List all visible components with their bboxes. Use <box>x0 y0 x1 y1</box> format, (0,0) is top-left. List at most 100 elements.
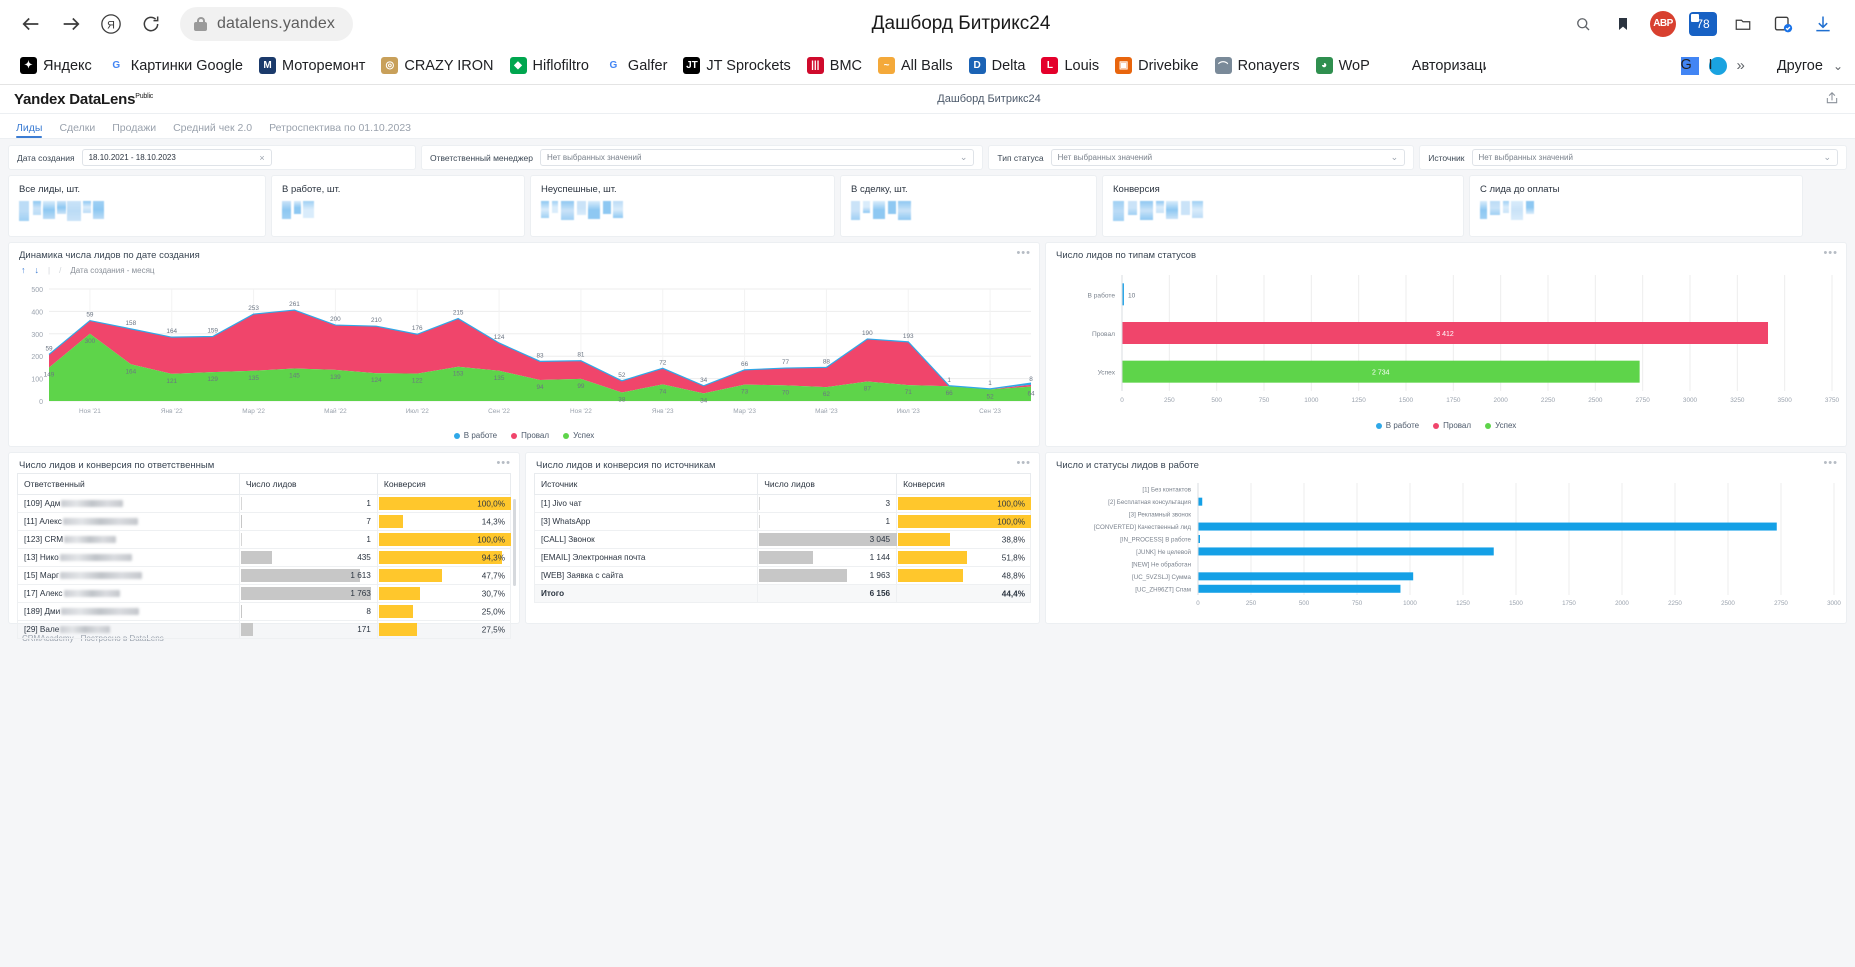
share-icon[interactable] <box>1825 91 1841 107</box>
datalens-logo[interactable]: Yandex DataLensPublic <box>14 91 153 108</box>
bookmark-motoremont-favicon[interactable]: MМоторемонт <box>251 53 373 78</box>
status-legend-item-2[interactable]: Успех <box>1485 421 1516 430</box>
back-arrow-icon[interactable] <box>14 7 48 41</box>
table-row[interactable]: [3] WhatsApp1100,0% <box>535 513 1031 531</box>
bookmark-google-favicon[interactable]: GКартинки Google <box>100 53 251 78</box>
bookmark-icon[interactable] <box>1609 10 1637 38</box>
legend-item-0[interactable]: В работе <box>454 431 497 440</box>
leads-dynamics-chart[interactable]: 0100200300400500595915816415925326120021… <box>9 275 1039 430</box>
bookmark-auth-bookmark[interactable]: Авторизаци <box>1404 54 1494 78</box>
responsible-table-menu[interactable]: ••• <box>496 460 511 466</box>
svg-text:Янв '22: Янв '22 <box>161 408 183 415</box>
responsible-table-scrollbar[interactable] <box>513 499 516 639</box>
tab-продажи[interactable]: Продажи <box>112 122 156 138</box>
sources-table[interactable]: ИсточникЧисло лидовКонверсия[1] Jivo чат… <box>534 473 1031 603</box>
filter-label: Тип статуса <box>997 153 1043 163</box>
bookmark-drivebike-favicon[interactable]: ▣Drivebike <box>1107 53 1206 78</box>
bookmark-bmc-favicon[interactable]: |||BMC <box>799 53 870 78</box>
table-row[interactable]: [123] CRM1100,0% <box>18 531 511 549</box>
bookmark-label: Drivebike <box>1138 58 1198 74</box>
col-conversion[interactable]: Конверсия <box>897 474 1031 495</box>
chevron-down-icon[interactable]: ⌄ <box>960 152 968 163</box>
date-range-input[interactable]: 18.10.2021 - 18.10.2023× <box>82 149 272 166</box>
col-responsible[interactable]: Ответственный <box>18 474 240 495</box>
bookmark-louis-favicon[interactable]: LLouis <box>1033 53 1107 78</box>
responsible-table[interactable]: ОтветственныйЧисло лидовКонверсия[109] А… <box>17 473 511 639</box>
table-row[interactable]: [189] Дми825,0% <box>18 603 511 621</box>
status-types-menu[interactable]: ••• <box>1823 250 1838 256</box>
download-icon[interactable] <box>1809 10 1837 38</box>
chevron-down-icon[interactable]: ⌄ <box>1823 152 1831 163</box>
sources-table-menu[interactable]: ••• <box>1016 460 1031 466</box>
responsible-name: [15] Марг <box>18 567 240 585</box>
col-conversion[interactable]: Конверсия <box>377 474 510 495</box>
conversion-cell: 100,0% <box>377 531 510 549</box>
address-bar[interactable]: datalens.yandex <box>180 7 353 41</box>
bookmark-hiflofiltro-favicon[interactable]: ◆Hiflofiltro <box>502 53 597 78</box>
inwork-statuses-menu[interactable]: ••• <box>1823 460 1838 466</box>
table-row[interactable]: [13] Нико43594,3% <box>18 549 511 567</box>
bookmark-jtsprockets-favicon[interactable]: JTJT Sprockets <box>675 53 798 78</box>
filter-select[interactable]: Нет выбранных значений⌄ <box>1051 149 1406 166</box>
status-legend-item-1[interactable]: Провал <box>1433 421 1471 430</box>
table-row[interactable]: [17] Алекс1 76330,7% <box>18 585 511 603</box>
status-legend-item-0[interactable]: В работе <box>1376 421 1419 430</box>
chevron-down-icon[interactable]: ⌄ <box>1391 152 1399 163</box>
legend-item-2[interactable]: Успех <box>563 431 594 440</box>
search-icon[interactable] <box>1569 10 1597 38</box>
leads-dynamics-menu[interactable]: ••• <box>1016 250 1031 256</box>
bookmark-wop-favicon[interactable]: ◕WoP <box>1308 53 1378 78</box>
bookmark-label: WoP <box>1339 58 1370 74</box>
tab-сделки[interactable]: Сделки <box>59 122 95 138</box>
bookmark-crazyiron-favicon[interactable]: ◎CRAZY IRON <box>373 53 501 78</box>
bookmark-allballs-favicon[interactable]: ~All Balls <box>870 53 961 78</box>
table-row[interactable]: [15] Марг1 61347,7% <box>18 567 511 585</box>
collections-icon[interactable] <box>1729 10 1757 38</box>
legend-item-1[interactable]: Провал <box>511 431 549 440</box>
browser-toolbar-right: ABP 78 <box>1569 10 1841 38</box>
table-row[interactable]: [EMAIL] Электронная почта1 14451,8% <box>535 549 1031 567</box>
abp-icon[interactable]: ABP <box>1649 10 1677 38</box>
bookmarks-overflow-icon[interactable]: » <box>1737 57 1745 74</box>
bookmark-galfer-favicon[interactable]: GGalfer <box>597 53 676 78</box>
table-row[interactable]: [29] Вале17127,5% <box>18 621 511 639</box>
yandex-logo-icon[interactable]: Я <box>94 7 128 41</box>
inwork-statuses-chart[interactable]: 0250500750100012501500175020002250250027… <box>1046 473 1846 618</box>
reload-icon[interactable] <box>134 7 168 41</box>
other-bookmarks-label[interactable]: Другое <box>1777 58 1823 74</box>
chevron-down-icon[interactable]: ⌄ <box>1833 59 1843 73</box>
leads-count: 1 763 <box>239 585 377 603</box>
bookmark-yandex-favicon[interactable]: ✦Яндекс <box>12 53 100 78</box>
sync-status-icon[interactable] <box>1769 10 1797 38</box>
arrow-down-icon[interactable]: ↓ <box>35 265 40 275</box>
google-translate-icon[interactable]: G <box>1681 57 1699 75</box>
table-row[interactable]: [CALL] Звонок3 04538,8% <box>535 531 1031 549</box>
col-leads[interactable]: Число лидов <box>758 474 897 495</box>
svg-text:Мар '23: Мар '23 <box>733 408 756 415</box>
table-row[interactable]: [WEB] Заявка с сайта1 96348,8% <box>535 567 1031 585</box>
clear-icon[interactable]: × <box>259 153 264 163</box>
forward-arrow-icon[interactable] <box>54 7 88 41</box>
tab-ретроспектива-по-01-10-2023[interactable]: Ретроспектива по 01.10.2023 <box>269 122 411 138</box>
svg-text:Я: Я <box>107 19 115 31</box>
kpi-title: Неуспешные, шт. <box>531 176 834 195</box>
badge-78-icon[interactable]: 78 <box>1689 10 1717 38</box>
col-leads[interactable]: Число лидов <box>239 474 377 495</box>
bookmark-label: All Balls <box>901 58 953 74</box>
col-source[interactable]: Источник <box>535 474 758 495</box>
filter-select[interactable]: Нет выбранных значений⌄ <box>540 149 974 166</box>
status-types-chart[interactable]: 0250500750100012501500175020002250250027… <box>1046 263 1846 420</box>
tab-средний-чек-2-0[interactable]: Средний чек 2.0 <box>173 122 252 138</box>
filter-select[interactable]: Нет выбранных значений⌄ <box>1472 149 1839 166</box>
status-types-legend: В работе Провал Успех <box>1046 421 1846 430</box>
lastpass-icon[interactable]: I <box>1709 57 1727 75</box>
table-row[interactable]: [11] Алекс714,3% <box>18 513 511 531</box>
table-row[interactable]: [109] Адм1100,0% <box>18 495 511 513</box>
bookmark-delta-favicon[interactable]: DDelta <box>961 53 1034 78</box>
svg-text:261: 261 <box>289 301 300 308</box>
bookmark-ronayers-favicon[interactable]: ⌒Ronayers <box>1207 53 1308 78</box>
table-row[interactable]: [1] Jivo чат3100,0% <box>535 495 1031 513</box>
tab-лиды[interactable]: Лиды <box>16 122 42 138</box>
arrow-up-icon[interactable]: ↑ <box>21 265 26 275</box>
svg-text:2750: 2750 <box>1636 397 1651 404</box>
